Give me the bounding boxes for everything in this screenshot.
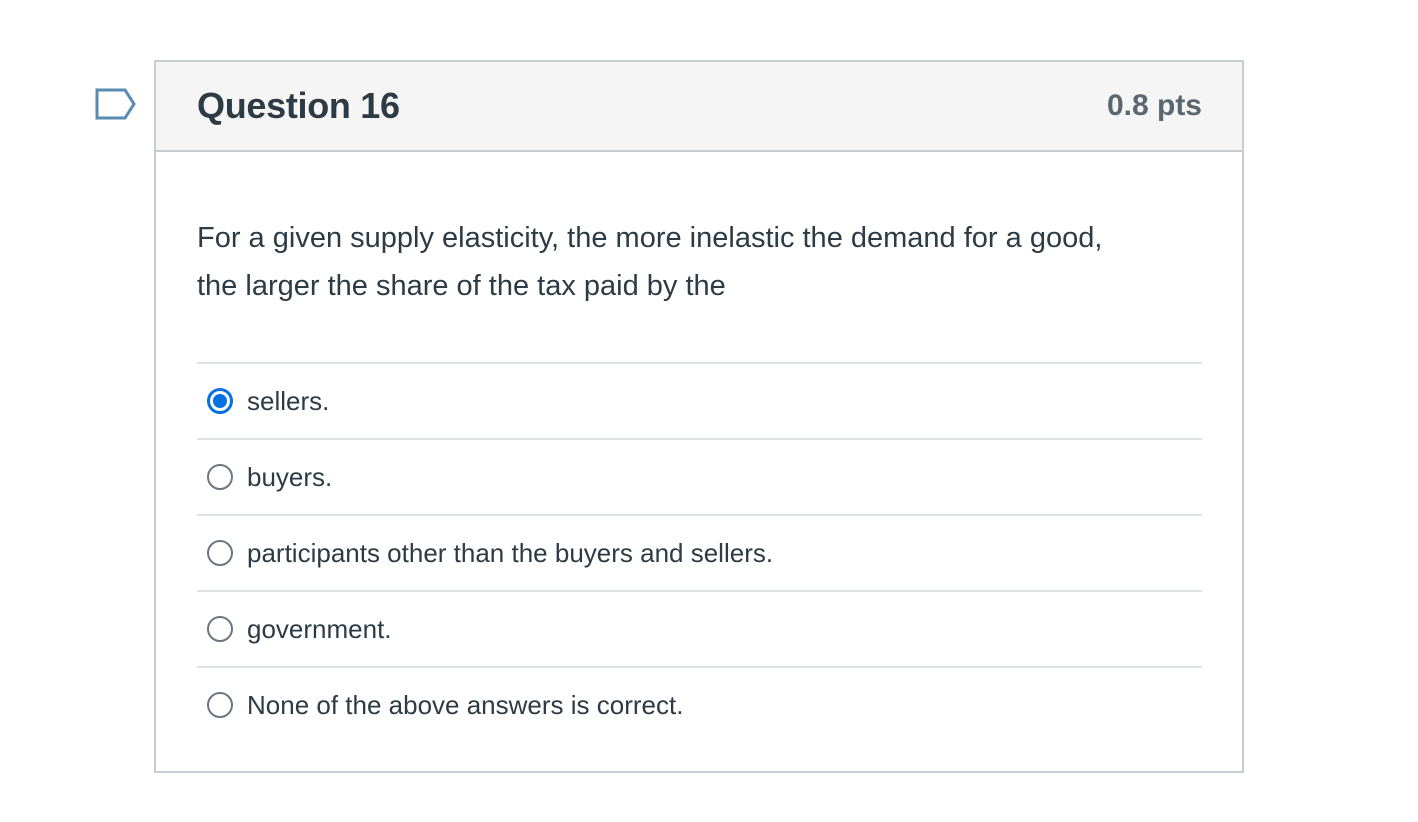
- question-text-line: For a given supply elasticity, the more …: [197, 222, 1103, 254]
- answer-label: government.: [247, 613, 392, 644]
- radio-button-icon[interactable]: [207, 692, 233, 718]
- radio-button-icon[interactable]: [207, 388, 233, 414]
- answer-option[interactable]: government.: [197, 590, 1202, 666]
- flag-question-icon[interactable]: [95, 88, 137, 120]
- answer-option[interactable]: buyers.: [197, 438, 1202, 514]
- answer-label: sellers.: [247, 385, 330, 416]
- answer-label: buyers.: [247, 461, 333, 492]
- quiz-page: Question 16 0.8 pts For a given supply e…: [0, 0, 1418, 822]
- question-header: Question 16 0.8 pts: [156, 62, 1242, 152]
- question-points: 0.8 pts: [1106, 89, 1202, 122]
- answer-option[interactable]: participants other than the buyers and s…: [197, 514, 1202, 590]
- question-text-line: the larger the share of the tax paid by …: [197, 270, 726, 302]
- answer-option[interactable]: sellers.: [197, 362, 1202, 438]
- answer-list: sellers. buyers. participants other than…: [197, 362, 1202, 742]
- radio-button-icon[interactable]: [207, 616, 233, 642]
- answer-label: participants other than the buyers and s…: [247, 537, 774, 568]
- answer-label: None of the above answers is correct.: [247, 689, 684, 720]
- question-text: For a given supply elasticity, the more …: [197, 152, 1202, 362]
- question-body: For a given supply elasticity, the more …: [156, 152, 1242, 742]
- answer-option[interactable]: None of the above answers is correct.: [197, 666, 1202, 742]
- radio-button-icon[interactable]: [207, 464, 233, 490]
- question-card: Question 16 0.8 pts For a given supply e…: [154, 60, 1244, 773]
- radio-button-icon[interactable]: [207, 540, 233, 566]
- question-title: Question 16: [197, 85, 400, 126]
